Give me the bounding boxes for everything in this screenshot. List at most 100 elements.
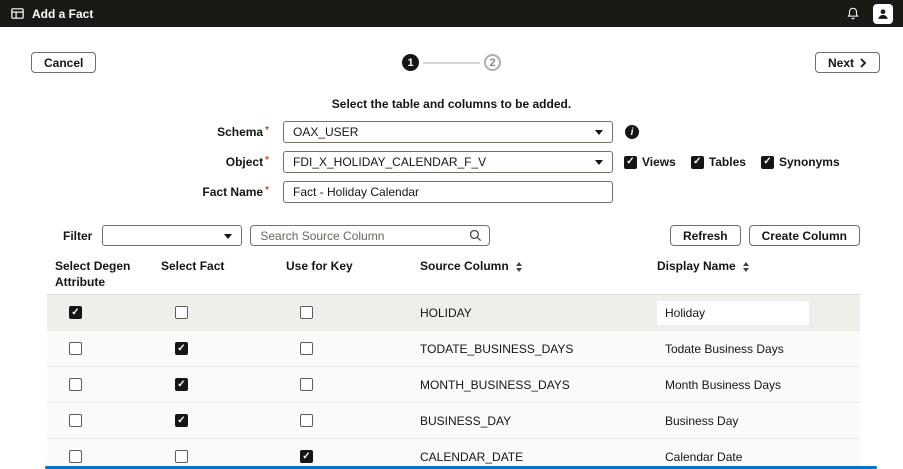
display-name-value[interactable]: Holiday [657, 301, 809, 325]
table-row: BUSINESS_DAY Business Day [47, 403, 860, 439]
table-row: MONTH_BUSINESS_DAYSMonth Business Days [47, 367, 860, 403]
search-source-column-input[interactable] [250, 225, 490, 246]
step-2[interactable]: 2 [484, 54, 501, 71]
use-for-key-checkbox-cell [278, 414, 412, 427]
fact-name-row: Fact Name* [0, 181, 903, 203]
schema-select[interactable]: OAX_USER [283, 121, 613, 143]
object-row: Object* FDI_X_HOLIDAY_CALENDAR_F_V Views… [0, 151, 903, 173]
select-degen-checkbox[interactable] [69, 342, 82, 355]
select-degen-checkbox-cell [47, 414, 153, 427]
display-name-header-label: Display Name [657, 259, 736, 275]
display-name-value: Business Day [657, 409, 746, 433]
tables-checkbox-item[interactable]: Tables [691, 155, 746, 169]
tables-checkbox-label: Tables [709, 155, 746, 169]
page-title: Add a Fact [32, 7, 93, 21]
person-icon [876, 7, 890, 21]
sort-icon [743, 262, 749, 272]
use-for-key-checkbox[interactable] [300, 378, 313, 391]
source-column-header-label: Source Column [420, 259, 509, 275]
select-fact-checkbox[interactable] [175, 342, 188, 355]
select-fact-checkbox[interactable] [175, 306, 188, 319]
select-degen-checkbox[interactable] [69, 306, 82, 319]
info-icon[interactable] [625, 125, 639, 139]
use-for-key-checkbox[interactable] [300, 414, 313, 427]
caret-down-icon [595, 160, 603, 165]
fact-name-label-text: Fact Name [202, 185, 263, 199]
table-row: TODATE_BUSINESS_DAYSTodate Business Days [47, 331, 860, 367]
select-degen-checkbox-cell [47, 306, 153, 319]
schema-select-value: OAX_USER [293, 125, 358, 139]
select-fact-checkbox[interactable] [175, 414, 188, 427]
views-checkbox-item[interactable]: Views [624, 155, 676, 169]
display-name-cell: Month Business Days [649, 373, 860, 397]
object-select[interactable]: FDI_X_HOLIDAY_CALENDAR_F_V [283, 151, 613, 173]
instruction-text: Select the table and columns to be added… [0, 97, 903, 111]
top-bar: Add a Fact [0, 0, 903, 27]
use-for-key-checkbox-cell [278, 450, 412, 463]
tables-checkbox[interactable] [691, 156, 704, 169]
views-checkbox[interactable] [624, 156, 637, 169]
required-asterisk: * [265, 185, 269, 196]
synonyms-checkbox-item[interactable]: Synonyms [761, 155, 840, 169]
use-for-key-checkbox[interactable] [300, 342, 313, 355]
views-checkbox-label: Views [642, 155, 676, 169]
filter-bar: Filter Refresh Create Column [63, 225, 860, 246]
table-actions: Refresh Create Column [670, 225, 860, 246]
col-header-select-fact: Select Fact [153, 253, 278, 294]
schema-row: Schema* OAX_USER [0, 121, 903, 143]
sort-icon [516, 262, 522, 272]
select-fact-checkbox-cell [153, 378, 278, 391]
source-column-cell: HOLIDAY [412, 306, 649, 320]
table-row: CALENDAR_DATECalendar Date [47, 439, 860, 469]
schema-label-text: Schema [217, 125, 263, 139]
refresh-button[interactable]: Refresh [670, 225, 741, 246]
select-fact-checkbox[interactable] [175, 450, 188, 463]
fact-form: Schema* OAX_USER Object* FDI_X_HOLIDAY_C… [0, 121, 903, 211]
select-degen-checkbox-cell [47, 342, 153, 355]
notifications-bell-icon[interactable] [846, 6, 860, 21]
required-asterisk: * [265, 125, 269, 136]
add-a-fact-page: Add a Fact Cancel Next [0, 0, 903, 469]
select-fact-checkbox-cell [153, 450, 278, 463]
source-column-cell: BUSINESS_DAY [412, 414, 649, 428]
step-1[interactable]: 1 [402, 54, 419, 71]
use-for-key-checkbox-cell [278, 342, 412, 355]
select-fact-checkbox-cell [153, 414, 278, 427]
caret-down-icon [224, 234, 232, 239]
user-avatar[interactable] [873, 4, 893, 24]
display-name-cell: Todate Business Days [649, 337, 860, 361]
required-asterisk: * [265, 155, 269, 166]
object-select-value: FDI_X_HOLIDAY_CALENDAR_F_V [293, 155, 486, 169]
step-connector [423, 62, 480, 64]
col-header-display-name[interactable]: Display Name [649, 253, 860, 294]
use-for-key-checkbox[interactable] [300, 450, 313, 463]
table-row: HOLIDAY Holiday [47, 295, 860, 331]
display-name-value: Todate Business Days [657, 337, 792, 361]
create-column-button[interactable]: Create Column [749, 225, 860, 246]
select-degen-checkbox[interactable] [69, 414, 82, 427]
filter-label: Filter [63, 229, 92, 243]
synonyms-checkbox[interactable] [761, 156, 774, 169]
select-degen-checkbox[interactable] [69, 378, 82, 391]
object-label: Object* [0, 155, 283, 169]
step-indicator: 1 2 [0, 54, 903, 71]
col-header-source-column[interactable]: Source Column [412, 253, 649, 294]
display-name-value: Month Business Days [657, 373, 789, 397]
fact-name-input[interactable] [283, 181, 613, 203]
object-type-filters: Views Tables Synonyms [624, 155, 840, 169]
table-body: HOLIDAY Holiday TODATE_BUSINESS_DAYSTodate… [47, 295, 860, 469]
select-degen-checkbox-cell [47, 378, 153, 391]
select-fact-checkbox-cell [153, 342, 278, 355]
topbar-actions [846, 4, 893, 24]
use-for-key-checkbox[interactable] [300, 306, 313, 319]
display-name-cell: Holiday [649, 301, 860, 325]
col-header-use-for-key: Use for Key [278, 253, 412, 294]
filter-dropdown[interactable] [102, 225, 242, 246]
select-degen-checkbox[interactable] [69, 450, 82, 463]
display-name-cell: Business Day [649, 409, 860, 433]
fact-name-label: Fact Name* [0, 185, 283, 199]
select-fact-checkbox[interactable] [175, 378, 188, 391]
search-box [250, 225, 490, 246]
fact-table-icon [10, 6, 25, 21]
source-column-cell: CALENDAR_DATE [412, 450, 649, 464]
